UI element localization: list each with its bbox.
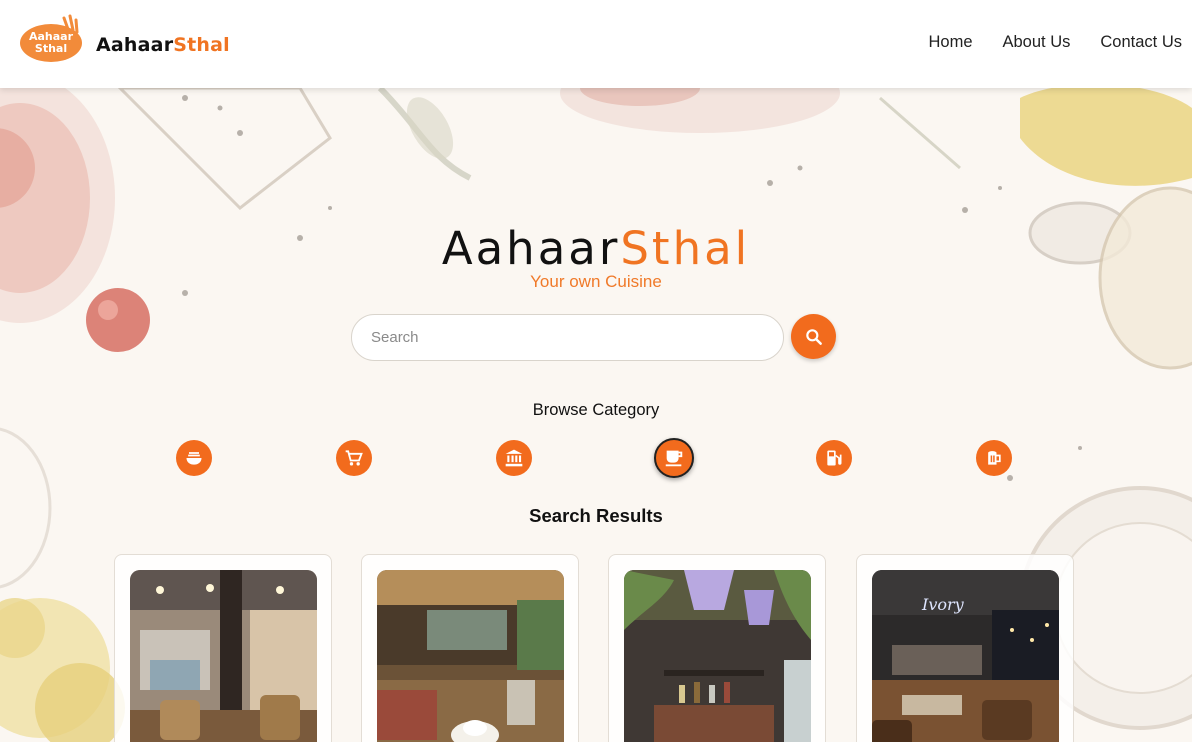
svg-text:Ivory: Ivory [921, 595, 965, 614]
result-card[interactable]: Ivory [856, 554, 1074, 742]
search-icon [805, 328, 822, 345]
brand-name-part2: Sthal [173, 34, 230, 56]
shopping-cart-icon [345, 450, 363, 466]
category-restaurant-button[interactable] [176, 440, 212, 476]
brand-name[interactable]: AahaarSthal [96, 34, 230, 56]
restaurant-interior-photo [130, 570, 317, 742]
hero-title: AahaarSthal [0, 222, 1192, 275]
nav-home-link[interactable]: Home [928, 33, 972, 52]
category-fuel-button[interactable] [816, 440, 852, 476]
brand-name-part1: Aahaar [96, 34, 174, 56]
nav-contact-link[interactable]: Contact Us [1100, 33, 1182, 52]
hero-title-part1: Aahaar [441, 222, 621, 275]
category-bar-button[interactable] [976, 440, 1012, 476]
search-button[interactable] [791, 314, 836, 359]
main-nav: Home About Us Contact Us [928, 33, 1182, 52]
fuel-station-icon [827, 450, 842, 466]
search-results-title: Search Results [529, 505, 663, 526]
neon-sign-dining-photo: Ivory [872, 570, 1059, 742]
cafe-coffee-table-photo [377, 570, 564, 742]
bar-counter-photo [624, 570, 811, 742]
result-card[interactable] [608, 554, 826, 742]
nav-about-link[interactable]: About Us [1003, 33, 1071, 52]
beer-mug-icon [988, 451, 1001, 465]
search-bar [351, 314, 784, 361]
site-header: Aahaar Sthal AahaarSthal Home About Us C… [0, 0, 1192, 88]
bank-icon [505, 449, 523, 467]
hero-title-part2: Sthal [620, 222, 751, 275]
category-grocery-button[interactable] [336, 440, 372, 476]
cafe-cup-icon [665, 450, 683, 467]
noodle-bowl-icon [186, 452, 202, 465]
category-bank-button[interactable] [496, 440, 532, 476]
svg-text:Sthal: Sthal [35, 42, 67, 55]
brand-logo[interactable]: Aahaar Sthal [20, 14, 82, 64]
hero-tagline: Your own Cuisine [530, 272, 662, 291]
search-input[interactable] [371, 315, 771, 360]
result-card[interactable] [361, 554, 579, 742]
browse-category-title: Browse Category [532, 401, 660, 419]
category-cafe-button[interactable] [654, 438, 694, 478]
result-card[interactable] [114, 554, 332, 742]
